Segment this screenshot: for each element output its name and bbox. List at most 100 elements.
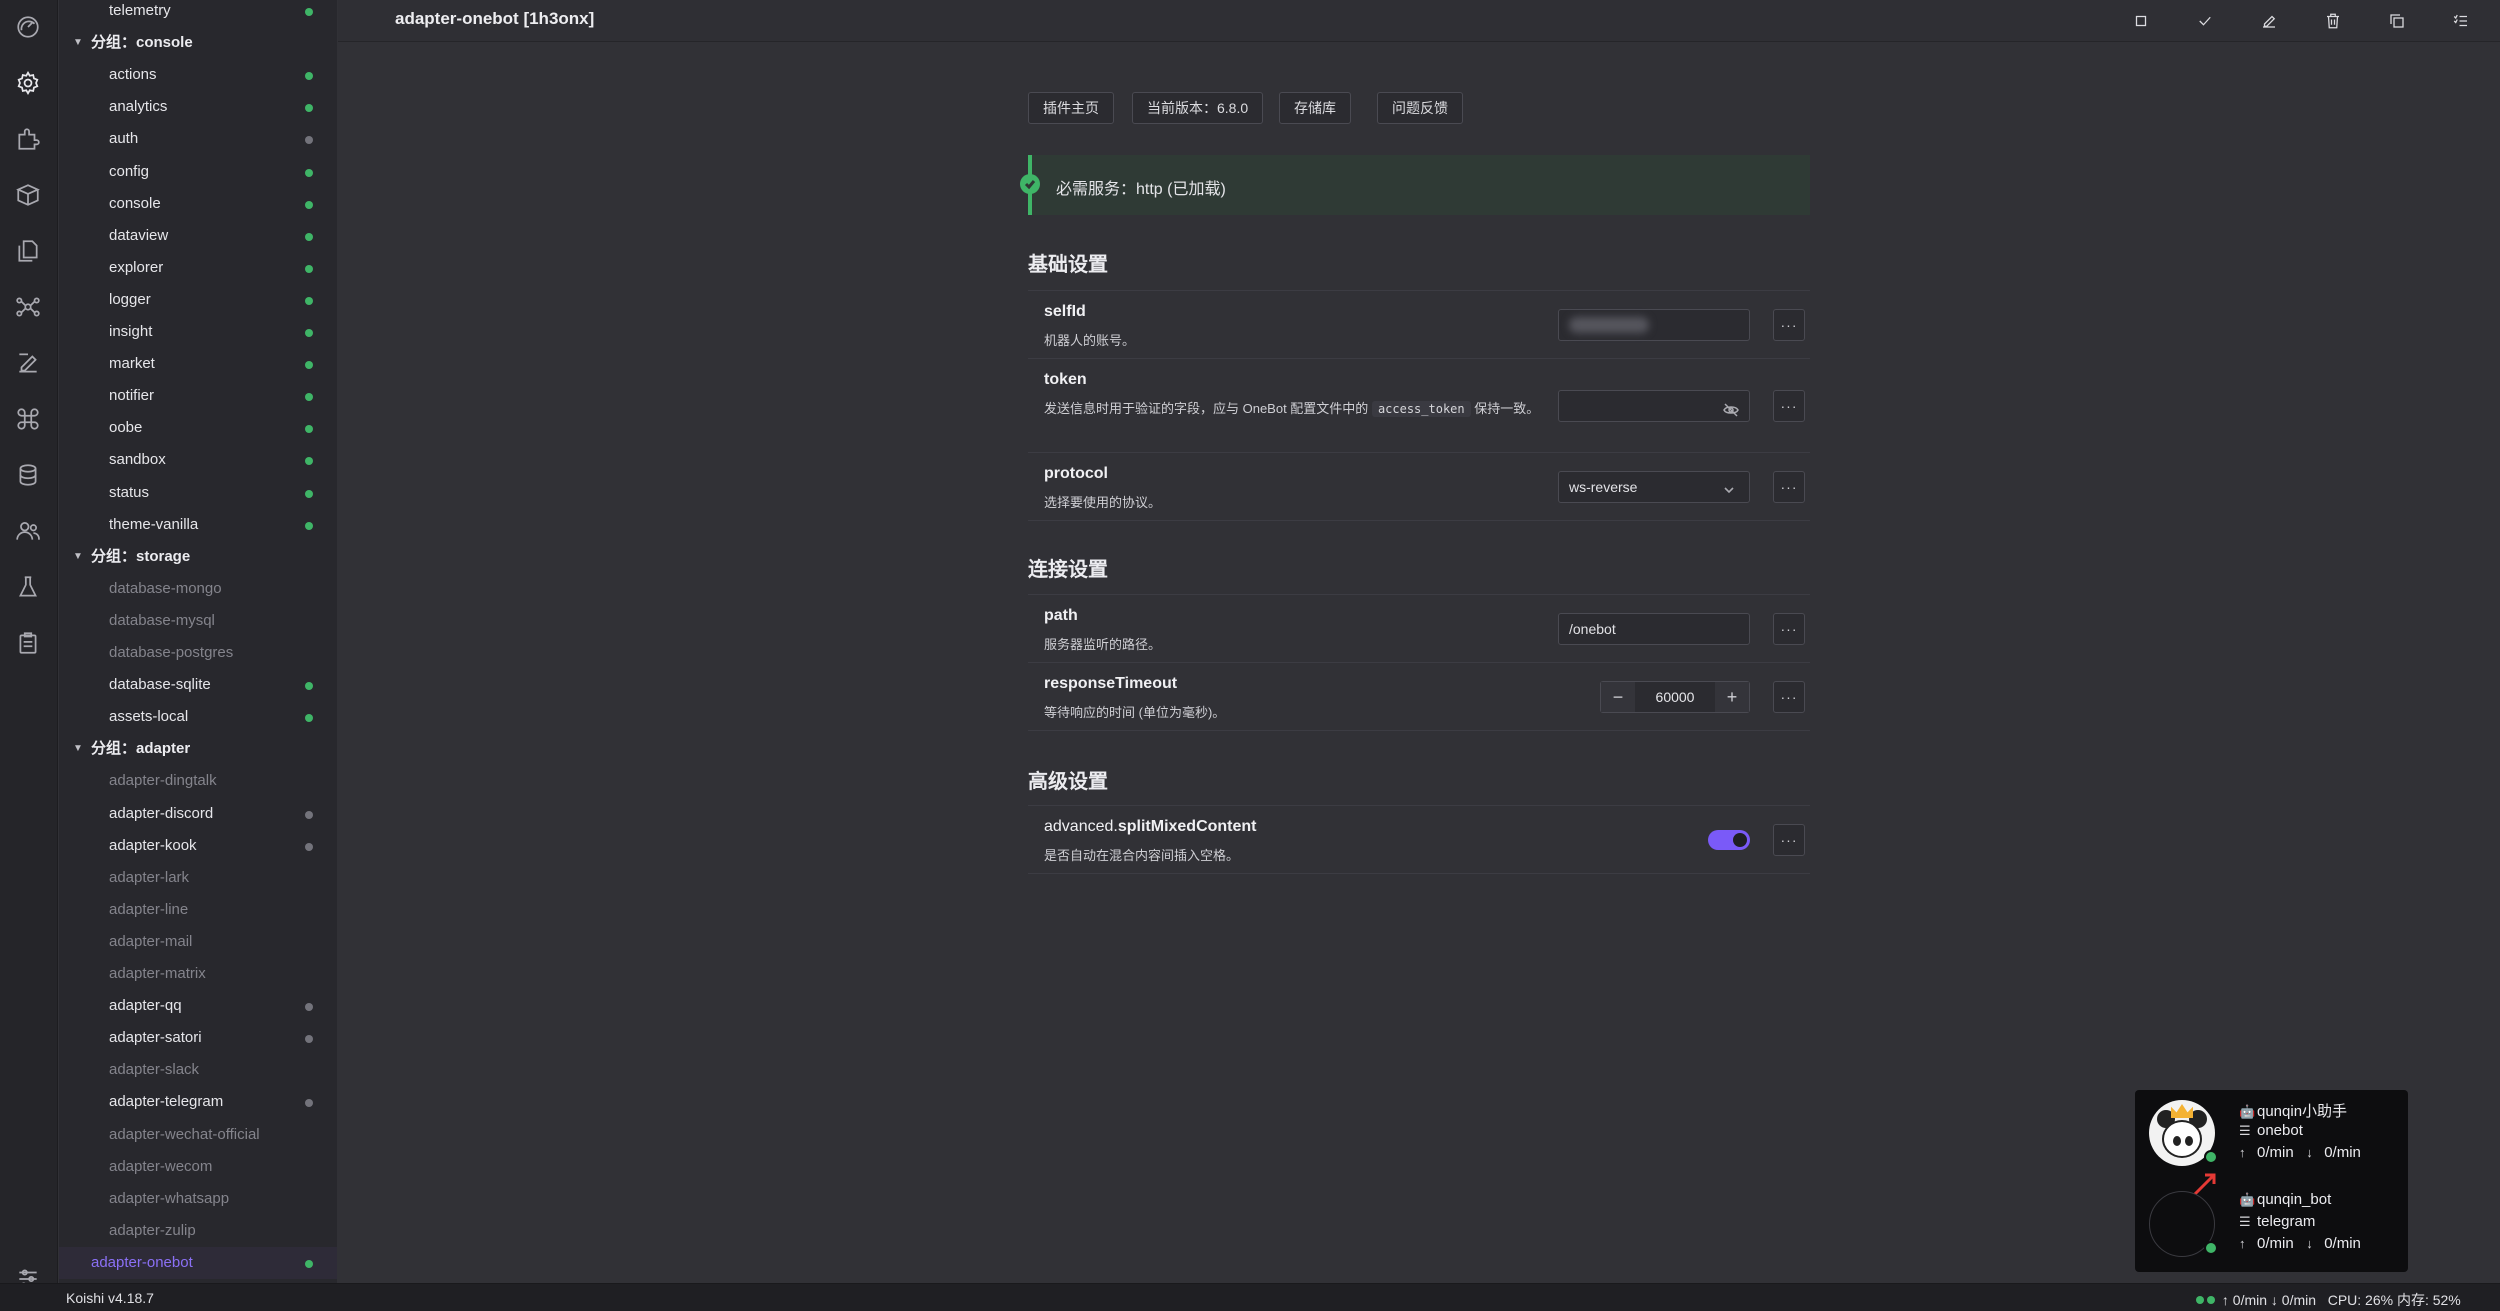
path-input[interactable]: /onebot (1558, 613, 1750, 645)
selfid-more-button[interactable]: ··· (1773, 309, 1805, 341)
repo-link[interactable]: 存储库 (1279, 92, 1351, 124)
timeout-more-button[interactable]: ··· (1773, 681, 1805, 713)
database-icon[interactable] (11, 458, 45, 492)
market-icon[interactable] (11, 178, 45, 212)
delete-button[interactable] (2320, 8, 2346, 34)
sidebar-item-label: telemetry (109, 2, 171, 19)
token-more-button[interactable]: ··· (1773, 390, 1805, 422)
eye-off-icon[interactable] (1723, 398, 1739, 417)
edit-button[interactable] (2256, 8, 2282, 34)
field-name: selfId (1044, 303, 1086, 320)
sidebar-item[interactable]: database-postgres (59, 637, 337, 669)
sidebar-item[interactable]: assets-local (59, 701, 337, 733)
field-protocol: protocol 选择要使用的协议。 ws-reverse ··· (1028, 452, 1810, 520)
sidebar-item[interactable]: database-mongo (59, 573, 337, 605)
sidebar-item[interactable]: adapter-lark (59, 862, 337, 894)
sidebar-item[interactable]: oobe (59, 412, 337, 444)
sidebar-item[interactable]: auth (59, 123, 337, 155)
clipboard-icon[interactable] (11, 626, 45, 660)
sidebar-item-label: adapter-onebot (91, 1253, 193, 1271)
status-dot (305, 136, 313, 145)
sidebar-item[interactable]: status (59, 477, 337, 509)
sidebar-item[interactable]: adapter-qq (59, 990, 337, 1022)
settings-icon[interactable] (11, 66, 45, 100)
field-desc: 等待响应的时间 (单位为毫秒)。 (1044, 705, 1226, 720)
token-input[interactable] (1558, 390, 1750, 422)
plugins-icon[interactable] (11, 122, 45, 156)
sidebar-item[interactable]: adapter-discord (59, 798, 337, 830)
sidebar-item[interactable]: telemetry (59, 0, 337, 27)
divider (1028, 873, 1810, 874)
sidebar-item-label: assets-local (109, 708, 189, 726)
status-dot (305, 425, 313, 434)
selfid-input[interactable] (1558, 309, 1750, 341)
sidebar-item[interactable]: console (59, 188, 337, 220)
users-icon[interactable] (11, 514, 45, 548)
sidebar-group[interactable]: ▼ 分组：console (59, 27, 337, 59)
manage-button[interactable] (2448, 8, 2474, 34)
caret-down-icon[interactable]: ▼ (73, 27, 83, 59)
path-more-button[interactable]: ··· (1773, 613, 1805, 645)
protocol-more-button[interactable]: ··· (1773, 471, 1805, 503)
timeout-input[interactable]: 60000 (1635, 682, 1715, 712)
sidebar-item[interactable]: dataview (59, 220, 337, 252)
sidebar-group[interactable]: ▼ 分组：adapter (59, 733, 337, 765)
lab-icon[interactable] (11, 570, 45, 604)
sidebar-item[interactable]: notifier (59, 380, 337, 412)
bot-card[interactable]: 🤖 qunqin小助手 ☰ onebot ↑ 0/min ↓ 0/min (2135, 1090, 2408, 1180)
sidebar-item[interactable]: adapter-slack (59, 1054, 337, 1086)
sidebar-item[interactable]: adapter-dingtalk (59, 765, 337, 797)
sidebar-item[interactable]: adapter-line (59, 894, 337, 926)
sidebar-item[interactable]: database-mysql (59, 605, 337, 637)
edit-icon[interactable] (11, 346, 45, 380)
sidebar-item[interactable]: adapter-wecom (59, 1151, 337, 1183)
sidebar-item[interactable]: adapter-kook (59, 830, 337, 862)
sidebar-item[interactable]: actions (59, 59, 337, 91)
command-icon[interactable] (11, 402, 45, 436)
sidebar-item[interactable]: config (59, 156, 337, 188)
caret-down-icon[interactable]: ▼ (73, 733, 83, 765)
bot-name: qunqin小助手 (2257, 1103, 2348, 1120)
split-mixed-content-toggle[interactable] (1708, 830, 1750, 850)
protocol-select[interactable]: ws-reverse (1558, 471, 1750, 503)
increment-button[interactable]: + (1715, 682, 1749, 712)
split-more-button[interactable]: ··· (1773, 824, 1805, 856)
caret-down-icon[interactable]: ▼ (73, 541, 83, 573)
sidebar-item[interactable]: theme-vanilla (59, 509, 337, 541)
sidebar-group[interactable]: ▼ 分组：storage (59, 541, 337, 573)
sidebar-item[interactable]: insight (59, 316, 337, 348)
stop-button[interactable] (2128, 8, 2154, 34)
status-bar: Koishi v4.18.7 ↑ 0/min ↓ 0/min CPU: 26% … (0, 1283, 2500, 1311)
files-icon[interactable] (11, 234, 45, 268)
section-advanced: 高级设置 (1028, 771, 1108, 793)
sidebar-item[interactable]: adapter-wechat-official (59, 1119, 337, 1151)
version-button[interactable]: 当前版本：6.8.0 (1132, 92, 1264, 124)
sidebar-item[interactable]: logger (59, 284, 337, 316)
sidebar-item[interactable]: adapter-onebot (59, 1246, 337, 1279)
sidebar-item[interactable]: adapter-whatsapp (59, 1183, 337, 1215)
sidebar-item[interactable]: market (59, 348, 337, 380)
sidebar-item[interactable]: adapter-zulip (59, 1215, 337, 1247)
apply-button[interactable] (2192, 8, 2218, 34)
status-dot (305, 1099, 313, 1108)
bot-card[interactable]: 🤖 qunqin_bot ☰ telegram ↑ 0/min ↓ 0/min (2135, 1181, 2408, 1271)
code-access-token: access_token (1371, 401, 1471, 417)
sidebar-item-label: adapter-mail (109, 932, 193, 950)
network-icon[interactable] (11, 290, 45, 324)
sidebar-item[interactable]: database-sqlite (59, 669, 337, 701)
decrement-button[interactable]: − (1601, 682, 1635, 712)
clone-button[interactable] (2384, 8, 2410, 34)
sidebar-item[interactable]: adapter-satori (59, 1022, 337, 1054)
field-desc: 是否自动在混合内容间插入空格。 (1044, 848, 1240, 863)
homepage-link[interactable]: 插件主页 (1028, 92, 1114, 124)
sidebar-item[interactable]: adapter-matrix (59, 958, 337, 990)
sidebar-item[interactable]: adapter-telegram (59, 1086, 337, 1118)
sidebar-item[interactable]: analytics (59, 91, 337, 123)
issues-link[interactable]: 问题反馈 (1377, 92, 1463, 124)
dashboard-icon[interactable] (11, 10, 45, 44)
sidebar-item[interactable]: explorer (59, 252, 337, 284)
sidebar-item[interactable]: adapter-mail (59, 926, 337, 958)
status-right[interactable]: ↑ 0/min ↓ 0/min CPU: 26% 内存: 52% (2196, 1290, 2461, 1310)
sidebar-item-label: logger (109, 290, 151, 308)
sidebar-item[interactable]: sandbox (59, 444, 337, 476)
